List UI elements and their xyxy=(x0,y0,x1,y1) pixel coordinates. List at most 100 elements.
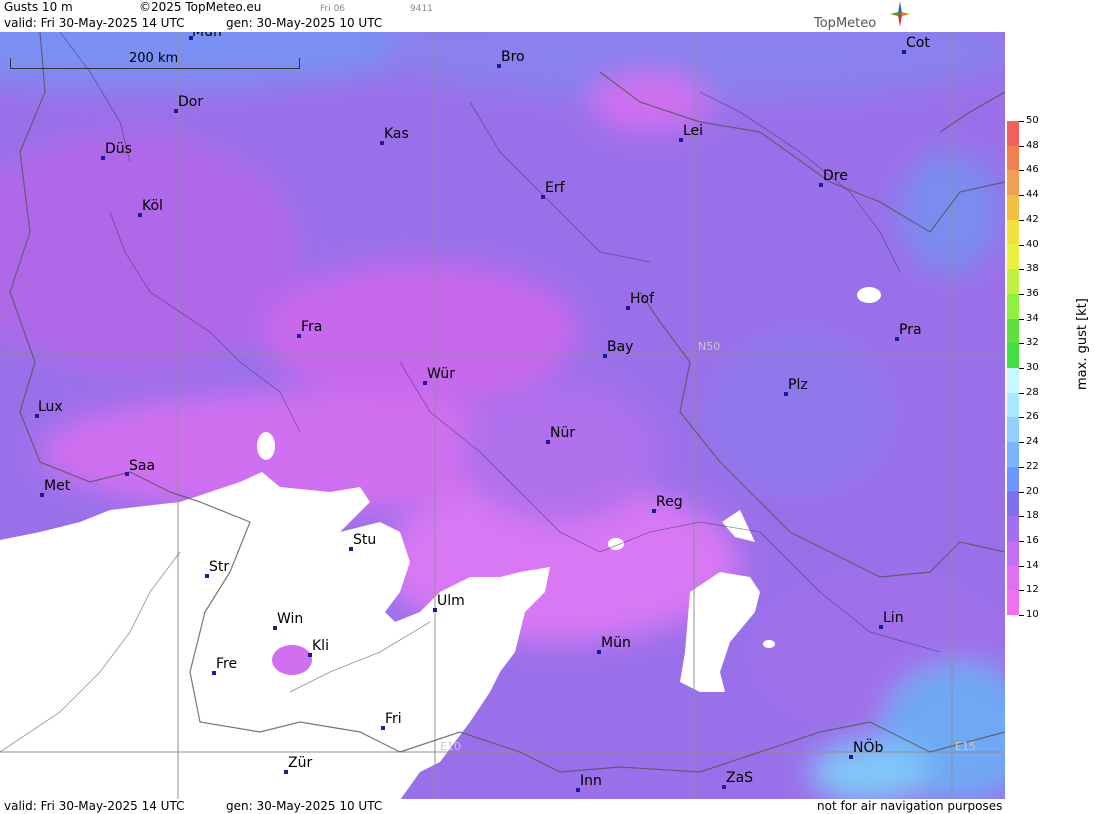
city-label[interactable]: Cot xyxy=(906,35,930,51)
legend-color-step xyxy=(1007,293,1019,319)
legend-color-step xyxy=(1007,367,1019,393)
legend-tick-mark xyxy=(1019,615,1024,616)
legend-tick-label: 10 xyxy=(1026,609,1039,620)
city-label[interactable]: Lei xyxy=(683,123,703,139)
city-label[interactable]: Mün xyxy=(192,32,222,40)
city-label[interactable]: Plz xyxy=(788,377,808,393)
city-label[interactable]: Stu xyxy=(353,532,376,548)
city-label[interactable]: Lux xyxy=(38,399,63,415)
legend-tick-label: 16 xyxy=(1026,534,1039,546)
color-legend: 50 48 46 44 42 40 38 36 34 32 30 28 26 24 22 20 18 16 14 12… xyxy=(1005,0,1095,814)
legend-tick-mark xyxy=(1019,269,1024,271)
legend-tick-mark xyxy=(1019,293,1024,295)
legend-tick-mark xyxy=(1019,466,1024,468)
legend-color-step xyxy=(1007,441,1019,467)
legend-tick-mark xyxy=(1019,442,1024,444)
legend-tick-mark xyxy=(1019,368,1024,369)
legend-color-step xyxy=(1007,392,1019,418)
legend-color-step xyxy=(1007,540,1019,566)
city-label[interactable]: Erf xyxy=(545,180,565,196)
legend-tick-label: 12 xyxy=(1026,584,1039,596)
topmeteo-logo: TopMeteo xyxy=(814,1,910,31)
legend-tick-label: 20 xyxy=(1026,485,1039,497)
legend-tick-label: 50 xyxy=(1026,115,1039,126)
legend-tick-mark xyxy=(1019,540,1024,542)
city-label[interactable]: ZaS xyxy=(726,770,753,786)
header: Gusts 10 m ©2025 TopMeteo.eu Fri 06 9411… xyxy=(0,0,1005,32)
city-label[interactable]: NÖb xyxy=(853,740,883,756)
city-label[interactable]: Dor xyxy=(178,94,203,110)
gust-field xyxy=(0,32,1005,800)
legend-tick-label: 24 xyxy=(1026,436,1039,448)
city-label[interactable]: Win xyxy=(277,611,303,627)
city-label[interactable]: Saa xyxy=(129,458,155,474)
city-label[interactable]: Lin xyxy=(883,610,904,626)
city-label[interactable]: Kas xyxy=(384,126,409,142)
city-label[interactable]: Met xyxy=(44,478,70,494)
map-id: 9411 xyxy=(410,4,433,14)
legend-color-step xyxy=(1007,219,1019,245)
weather-map[interactable]: N50 E10 E15 200 km Mün Bro Cot Dor Kas L… xyxy=(0,32,1005,800)
legend-color-step xyxy=(1007,244,1019,270)
city-label[interactable]: Düs xyxy=(105,141,132,157)
legend-tick-mark xyxy=(1019,318,1024,320)
legend-tick-label: 42 xyxy=(1026,213,1039,225)
footer-valid-time: valid: Fri 30-May-2025 14 UTC xyxy=(4,799,185,813)
grid-label-e15: E15 xyxy=(955,740,976,753)
legend-color-step xyxy=(1007,170,1019,196)
legend-color-step xyxy=(1007,565,1019,591)
legend-tick-label: 38 xyxy=(1026,263,1039,275)
city-label[interactable]: Ulm xyxy=(437,593,465,609)
copyright: ©2025 TopMeteo.eu xyxy=(139,0,262,14)
legend-tick-mark xyxy=(1019,145,1024,147)
city-label[interactable]: Bay xyxy=(607,339,633,355)
city-label[interactable]: Pra xyxy=(899,322,922,338)
legend-tick-mark xyxy=(1019,343,1024,345)
legend-color-step xyxy=(1007,195,1019,220)
city-label[interactable]: Dre xyxy=(823,168,848,184)
city-label[interactable]: Fra xyxy=(301,319,322,335)
legend-tick-label: 30 xyxy=(1026,362,1039,373)
city-label[interactable]: Bro xyxy=(501,49,525,65)
city-label[interactable]: Mün xyxy=(601,635,631,651)
legend-tick-mark xyxy=(1019,590,1024,592)
legend-tick-mark xyxy=(1019,121,1024,122)
city-label[interactable]: Fri xyxy=(385,711,402,727)
city-label[interactable]: Str xyxy=(209,559,229,575)
legend-tick-mark xyxy=(1019,565,1024,567)
legend-tick-mark xyxy=(1019,417,1024,419)
legend-tick-label: 14 xyxy=(1026,559,1039,571)
legend-tick-label: 32 xyxy=(1026,337,1039,349)
legend-color-bar xyxy=(1007,121,1019,615)
compass-icon xyxy=(890,1,910,27)
city-label[interactable]: Inn xyxy=(580,773,602,789)
scale-bar: 200 km xyxy=(10,51,300,69)
legend-color-step xyxy=(1007,466,1019,492)
legend-tick-mark xyxy=(1019,170,1024,172)
legend-tick-label: 44 xyxy=(1026,189,1039,201)
city-label[interactable]: Reg xyxy=(656,494,683,510)
scale-label: 200 km xyxy=(129,51,179,66)
legend-tick-mark xyxy=(1019,516,1024,518)
legend-tick-label: 22 xyxy=(1026,460,1039,472)
legend-tick-mark xyxy=(1019,195,1024,197)
city-label[interactable]: Kli xyxy=(312,638,329,654)
legend-tick-label: 34 xyxy=(1026,312,1039,324)
legend-tick-mark xyxy=(1019,491,1024,493)
city-label[interactable]: Nür xyxy=(550,425,575,441)
legend-color-step xyxy=(1007,269,1019,294)
legend-tick-label: 46 xyxy=(1026,164,1039,176)
legend-tick-mark xyxy=(1019,219,1024,221)
legend-color-step xyxy=(1007,491,1019,516)
city-label[interactable]: Wür xyxy=(427,366,455,382)
city-label[interactable]: Köl xyxy=(142,198,163,214)
generated-time: gen: 30-May-2025 10 UTC xyxy=(226,16,383,30)
city-label[interactable]: Zür xyxy=(288,755,312,771)
day-code: Fri 06 xyxy=(320,4,346,14)
legend-tick-label: 18 xyxy=(1026,510,1039,522)
valid-time: valid: Fri 30-May-2025 14 UTC xyxy=(4,16,185,30)
legend-tick-label: 36 xyxy=(1026,287,1039,299)
city-label[interactable]: Hof xyxy=(630,291,654,307)
grid-label-e10: E10 xyxy=(440,740,461,753)
city-label[interactable]: Fre xyxy=(216,656,237,672)
